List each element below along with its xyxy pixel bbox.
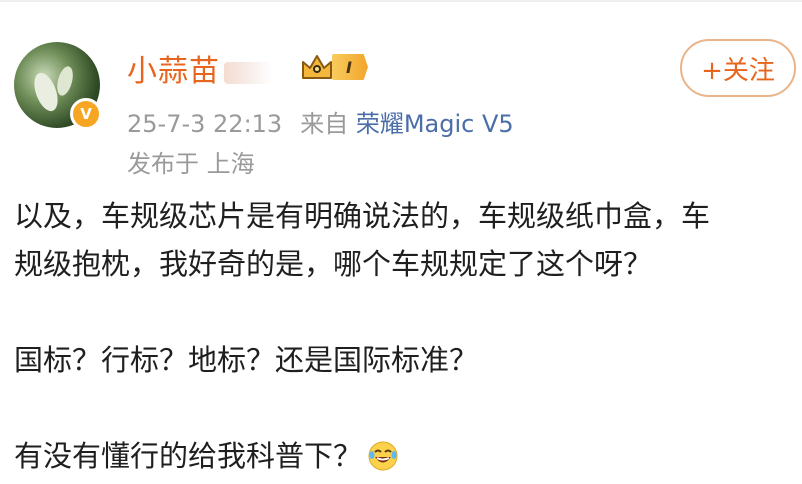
laughing-tears-emoji-icon (368, 441, 398, 471)
username[interactable]: 小蒜苗 (127, 46, 272, 90)
verified-badge-icon: V (70, 98, 102, 130)
follow-button[interactable]: +关注 (680, 39, 796, 97)
device-link[interactable]: 荣耀Magic V5 (356, 110, 514, 138)
user-avatar[interactable]: V (14, 42, 102, 130)
post-line: 有没有懂行的给我科普下？ (14, 439, 363, 473)
post-location: 发布于 上海 (127, 150, 255, 178)
username-text[interactable]: 小蒜苗 (127, 54, 220, 89)
post-line: 以及，车规级芯片是有明确说法的，车规级纸巾盒，车 (14, 199, 711, 233)
vip-level-tag: I (332, 54, 368, 80)
post-line-with-emoji: 有没有懂行的给我科普下？ (14, 432, 798, 480)
post-content: 以及，车规级芯片是有明确说法的，车规级纸巾盒，车 规级抱枕，我好奇的是，哪个车规… (14, 192, 798, 480)
top-divider (0, 0, 802, 2)
post-meta: 25-7-3 22:13 来自 荣耀Magic V5 (127, 104, 514, 139)
source-prefix: 来自 (300, 110, 349, 138)
vip-badge[interactable]: I (300, 52, 368, 82)
crown-icon (300, 52, 334, 82)
username-redaction (224, 61, 272, 84)
post-timestamp: 25-7-3 22:13 (127, 110, 283, 138)
post-line: 国标？行标？地标？还是国际标准？ (14, 343, 479, 377)
post-line: 规级抱枕，我好奇的是，哪个车规规定了这个呀？ (14, 247, 653, 281)
